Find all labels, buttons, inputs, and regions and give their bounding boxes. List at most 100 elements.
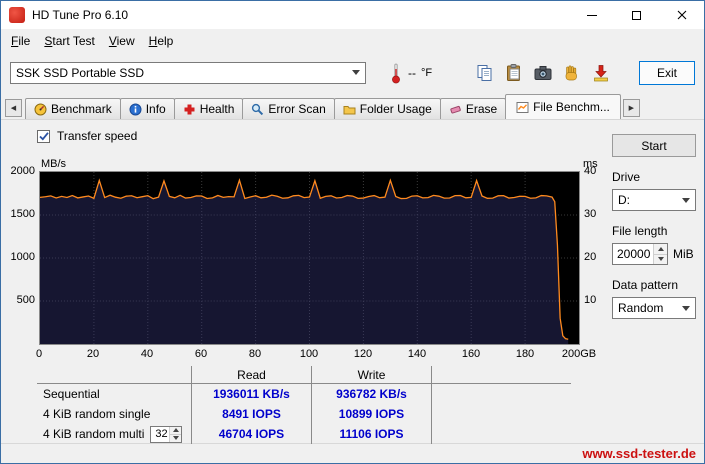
axis-tick-label: 40 [140,348,154,360]
temperature-value: -- [408,65,416,80]
results-header-read: Read [191,366,311,383]
health-cross-icon [183,103,196,116]
axis-tick-label: 1000 [10,251,35,263]
axis-tick-label: 20 [584,251,597,263]
axis-tick-label: 500 [16,294,35,306]
menu-help[interactable]: Help [142,31,181,51]
copy-to-clipboard-button[interactable] [501,60,527,86]
drive-letter-select[interactable]: D: [612,189,696,211]
data-pattern-select[interactable]: Random [612,297,696,319]
start-button[interactable]: Start [612,134,696,157]
data-pattern-label: Data pattern [612,278,679,292]
chevron-down-icon [682,197,690,203]
axis-tick-label: 140 [407,348,427,360]
queue-depth-value: 32 [155,428,168,440]
exit-button[interactable]: Exit [639,60,695,85]
temperature-indicator: -- °F [390,62,432,84]
results-header-row: Read Write [37,366,571,384]
save-button[interactable] [588,60,614,86]
spin-up-button[interactable] [170,426,182,434]
row-label: Sequential [43,387,100,401]
spin-up-button[interactable] [654,244,667,254]
camera-icon [534,65,552,80]
copy-icon [477,64,492,81]
menu-start-test[interactable]: Start Test [37,31,101,51]
axis-tick-label: 2000 [10,165,35,177]
file-length-value: 20000 [617,247,651,261]
tab-benchmark[interactable]: Benchmark [25,98,121,119]
chart-plot-svg [40,172,579,344]
menubar: File Start Test View Help [1,29,704,52]
arrow-down-icon [172,436,179,440]
file-length-input[interactable]: 20000 [612,243,668,265]
tab-error-scan[interactable]: Error Scan [242,98,335,119]
axis-tick-label: 30 [584,208,597,220]
minimize-button[interactable] [569,1,614,29]
menu-view[interactable]: View [102,31,142,51]
screenshot-button[interactable] [530,60,556,86]
donate-button[interactable] [559,60,585,86]
write-value: 936782 KB/s [311,384,431,404]
tab-label: Folder Usage [359,102,432,116]
tab-file-benchmark[interactable]: File Benchm... [505,94,621,119]
toolbar-icon-group [472,60,614,86]
y-left-axis-unit: MB/s [41,158,67,170]
thermometer-icon [392,63,400,83]
spin-down-button[interactable] [654,253,667,264]
close-button[interactable] [659,1,704,29]
file-length-unit: MiB [673,247,694,261]
axis-tick-label: 100 [299,348,319,360]
checkbox-checked-icon [37,129,50,143]
arrow-down-icon [657,257,664,262]
website-link[interactable]: www.ssd-tester.de [582,446,696,461]
tab-scroll-left-button[interactable]: ◀ [5,99,22,117]
axis-tick-label: 180 [515,348,535,360]
read-value: 8491 IOPS [191,404,311,424]
arrow-left-icon: ◀ [10,105,17,112]
series-area [40,180,569,344]
spin-down-button[interactable] [170,433,182,442]
tab-label: Info [145,102,166,116]
app-window: HD Tune Pro 6.10 File Start Test View He… [0,0,705,464]
tab-folder-usage[interactable]: Folder Usage [333,98,441,119]
chevron-down-icon [352,70,360,75]
drive-letter-value: D: [618,193,630,207]
queue-depth-input[interactable]: 32 [150,425,183,443]
tab-info[interactable]: Info [119,98,175,119]
table-row: 4 KiB random multi 32 46704 IOPS 11106 I… [37,424,571,444]
read-value: 1936011 KB/s [191,384,311,404]
axis-tick-label: 0 [35,348,43,360]
file-benchmark-icon [516,101,529,114]
info-icon [129,103,142,116]
clipboard-icon [507,63,521,81]
save-icon [594,64,608,81]
queue-depth-spin-buttons[interactable] [169,426,182,442]
side-controls: Start Drive D: File length 20000 MiB Dat… [612,134,696,319]
chart-plot [39,171,580,345]
tab-scroll-right-button[interactable]: ▶ [622,99,640,117]
results-table: Read Write Sequential 1936011 KB/s 93678… [37,366,571,444]
write-value: 11106 IOPS [311,424,431,444]
temperature-unit: °F [421,66,433,79]
tab-label: File Benchm... [533,100,610,114]
tab-health[interactable]: Health [173,98,244,119]
file-length-spin-buttons[interactable] [653,244,667,264]
maximize-button[interactable] [614,1,659,29]
copy-button[interactable] [472,60,498,86]
table-row: Sequential 1936011 KB/s 936782 KB/s [37,384,571,404]
tab-erase[interactable]: Erase [439,98,507,119]
tab-label: Health [199,102,235,116]
drive-select[interactable]: SSK SSD Portable SSD [10,61,366,84]
results-header-write: Write [311,366,431,383]
arrow-up-icon [657,246,664,251]
statusbar: www.ssd-tester.de [1,443,704,463]
menu-file[interactable]: File [4,31,37,51]
table-row: 4 KiB random single 8491 IOPS 10899 IOPS [37,404,571,424]
file-length-label: File length [612,224,668,238]
folder-icon [343,103,356,116]
window-controls [569,1,704,29]
close-icon [677,10,686,20]
data-pattern-value: Random [618,301,664,315]
hand-icon [565,64,577,80]
transfer-speed-checkbox[interactable]: Transfer speed [37,129,137,143]
